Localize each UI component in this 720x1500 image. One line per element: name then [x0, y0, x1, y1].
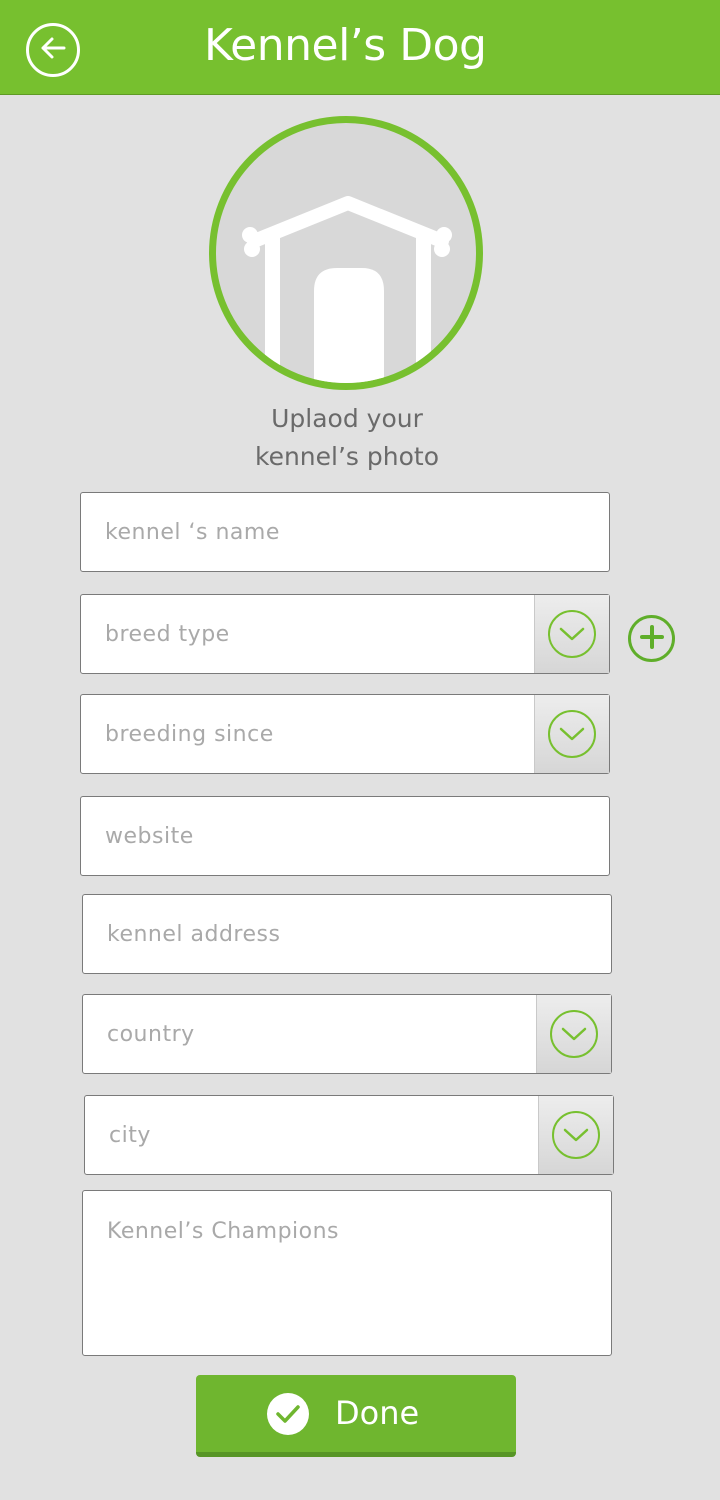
city-field — [84, 1095, 614, 1175]
breed-type-field — [80, 594, 610, 674]
upload-label-line2: kennel’s photo — [254, 442, 439, 471]
kennel-address-field — [82, 894, 612, 974]
kennel-address-input[interactable] — [83, 895, 611, 973]
plus-icon — [639, 624, 665, 654]
page-title: Kennel’s Dog — [204, 20, 487, 71]
breeding-since-field — [80, 694, 610, 774]
app-header: Kennel’s Dog — [0, 0, 720, 95]
chevron-down-icon — [548, 710, 596, 758]
back-button[interactable] — [26, 23, 80, 77]
done-button[interactable]: Done — [196, 1375, 516, 1457]
chevron-down-icon — [548, 610, 596, 658]
checkmark-icon — [267, 1393, 309, 1435]
breeding-since-dropdown-button[interactable] — [534, 695, 609, 773]
upload-label-line1: Uplaod your — [271, 404, 423, 433]
kennel-photo-upload[interactable] — [209, 116, 483, 390]
website-input[interactable] — [81, 797, 609, 875]
kennel-name-field — [80, 492, 610, 572]
arrow-left-icon — [38, 33, 68, 67]
breeding-since-select[interactable] — [81, 695, 609, 773]
city-select[interactable] — [85, 1096, 613, 1174]
country-field — [82, 994, 612, 1074]
breed-type-select[interactable] — [81, 595, 609, 673]
done-label: Done — [335, 1394, 420, 1432]
kennel-champions-textarea[interactable] — [83, 1191, 611, 1355]
breed-type-dropdown-button[interactable] — [534, 595, 609, 673]
kennel-name-input[interactable] — [81, 493, 609, 571]
country-dropdown-button[interactable] — [536, 995, 611, 1073]
upload-photo-label: Uplaod your kennel’s photo — [222, 400, 472, 476]
kennel-champions-field — [82, 1190, 612, 1356]
chevron-down-icon — [552, 1111, 600, 1159]
add-breed-button[interactable] — [628, 615, 675, 662]
website-field — [80, 796, 610, 876]
chevron-down-icon — [550, 1010, 598, 1058]
country-select[interactable] — [83, 995, 611, 1073]
city-dropdown-button[interactable] — [538, 1096, 613, 1174]
